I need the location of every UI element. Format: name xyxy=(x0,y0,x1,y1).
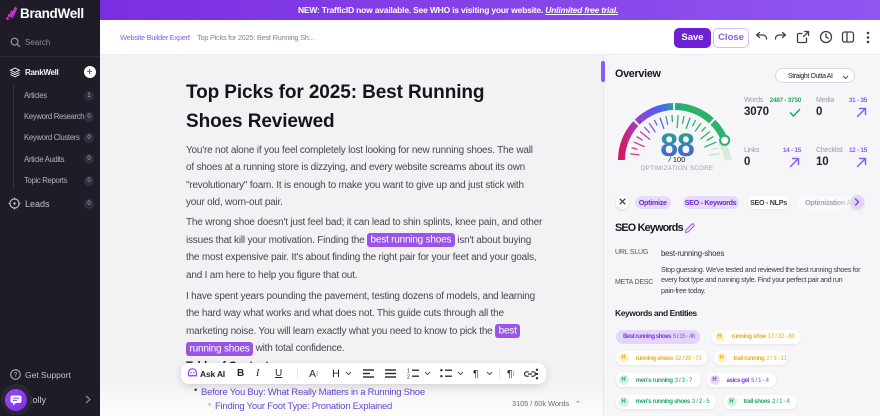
svg-text:2: 2 xyxy=(407,375,410,380)
svg-text:?: ? xyxy=(14,372,18,379)
